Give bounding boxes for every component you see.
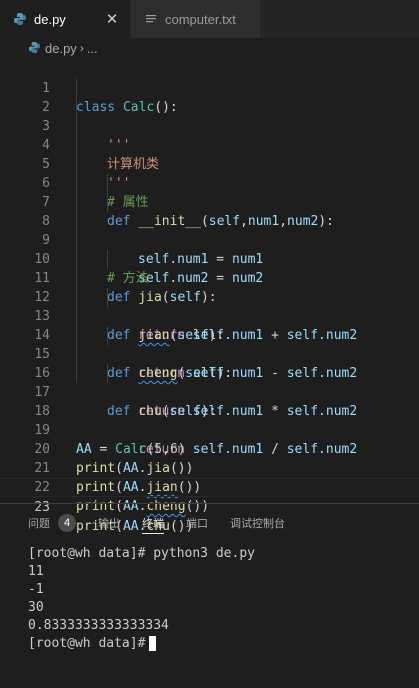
terminal-cursor	[149, 636, 157, 651]
code-line: 10 def jia(self):	[0, 231, 419, 305]
code-line: 5 # 属性	[0, 136, 419, 210]
code-line: 3 计算机类	[0, 98, 419, 172]
breadcrumb[interactable]: de.py › ...	[0, 38, 419, 58]
code-line: 22 print(AA.cheng())	[0, 459, 419, 514]
problems-count-badge: 4	[58, 514, 76, 532]
code-line: 11 return self.num1 + self.num2	[0, 250, 419, 343]
code-line: 7 self.num1 = num1	[0, 174, 419, 267]
terminal-line: [root@wh data]# python3 de.py	[28, 546, 255, 561]
code-line: 4 '''	[0, 117, 419, 191]
close-tab-icon[interactable]: ✕	[104, 10, 120, 28]
text-file-icon	[143, 11, 159, 27]
code-line: 16 def chu(self):	[0, 345, 419, 419]
code-line: 8 self.num2 = num2	[0, 193, 419, 286]
code-line: 20 print(AA.jia())	[0, 421, 419, 476]
tab-output[interactable]: 输出	[98, 504, 120, 542]
code-line: 17 return self.num1 / self.num2	[0, 364, 419, 457]
tab-debug-console[interactable]: 调试控制台	[230, 504, 285, 542]
panel-tab-bar: 问题 4 输出 终端 端口 调试控制台	[0, 504, 419, 542]
terminal-line: -1	[28, 582, 44, 597]
tab-computer-txt[interactable]: computer.txt	[130, 0, 260, 38]
tab-problems[interactable]: 问题 4	[28, 504, 76, 542]
code-line: 2 '''	[0, 79, 419, 153]
code-line: 12 def jian(self):	[0, 269, 419, 343]
tab-label: computer.txt	[165, 11, 236, 27]
code-line: 6 def __init__(self,num1,num2):	[0, 155, 419, 229]
code-line: 13 return self.num1 - self.num2	[0, 288, 419, 381]
code-line: 19 AA = Calc(5,6)	[0, 402, 419, 457]
code-line: 9 # 方法	[0, 212, 419, 286]
tab-label: de.py	[34, 11, 66, 27]
breadcrumb-file[interactable]: de.py	[45, 41, 77, 56]
code-line-current: 23 print(AA.chu())	[0, 478, 419, 534]
code-line: 14 def cheng(self):	[0, 307, 419, 381]
tab-de-py[interactable]: de.py ✕	[0, 0, 130, 38]
tab-ports[interactable]: 端口	[186, 504, 208, 542]
terminal-line: 11	[28, 564, 44, 579]
code-editor[interactable]: 1 class Calc(): 2 ''' 3 计算机类 4 ''' 5 # 属…	[0, 60, 419, 534]
breadcrumb-more[interactable]: ...	[87, 41, 98, 56]
python-file-icon	[12, 11, 28, 27]
editor-tab-bar: de.py ✕ computer.txt	[0, 0, 419, 38]
chevron-right-icon: ›	[79, 41, 84, 55]
code-line: 15 return self.num1 * self.num2	[0, 326, 419, 419]
code-line: 21 print(AA.jian())	[0, 440, 419, 495]
terminal-prompt: [root@wh data]#	[28, 636, 146, 651]
terminal-output[interactable]: [root@wh data]# python3 de.py 11 -1 30 0…	[28, 545, 255, 653]
vscode-window: de.py ✕ computer.txt de.py › ... 1 class…	[0, 0, 419, 688]
terminal-prompt-line: [root@wh data]#	[28, 635, 255, 653]
code-line: 18	[0, 383, 419, 419]
code-line: 1 class Calc():	[0, 60, 419, 115]
terminal-line: 30	[28, 600, 44, 615]
terminal-line: 0.8333333333333334	[28, 618, 169, 633]
tab-terminal[interactable]: 终端	[142, 504, 164, 542]
python-file-icon	[28, 41, 42, 55]
